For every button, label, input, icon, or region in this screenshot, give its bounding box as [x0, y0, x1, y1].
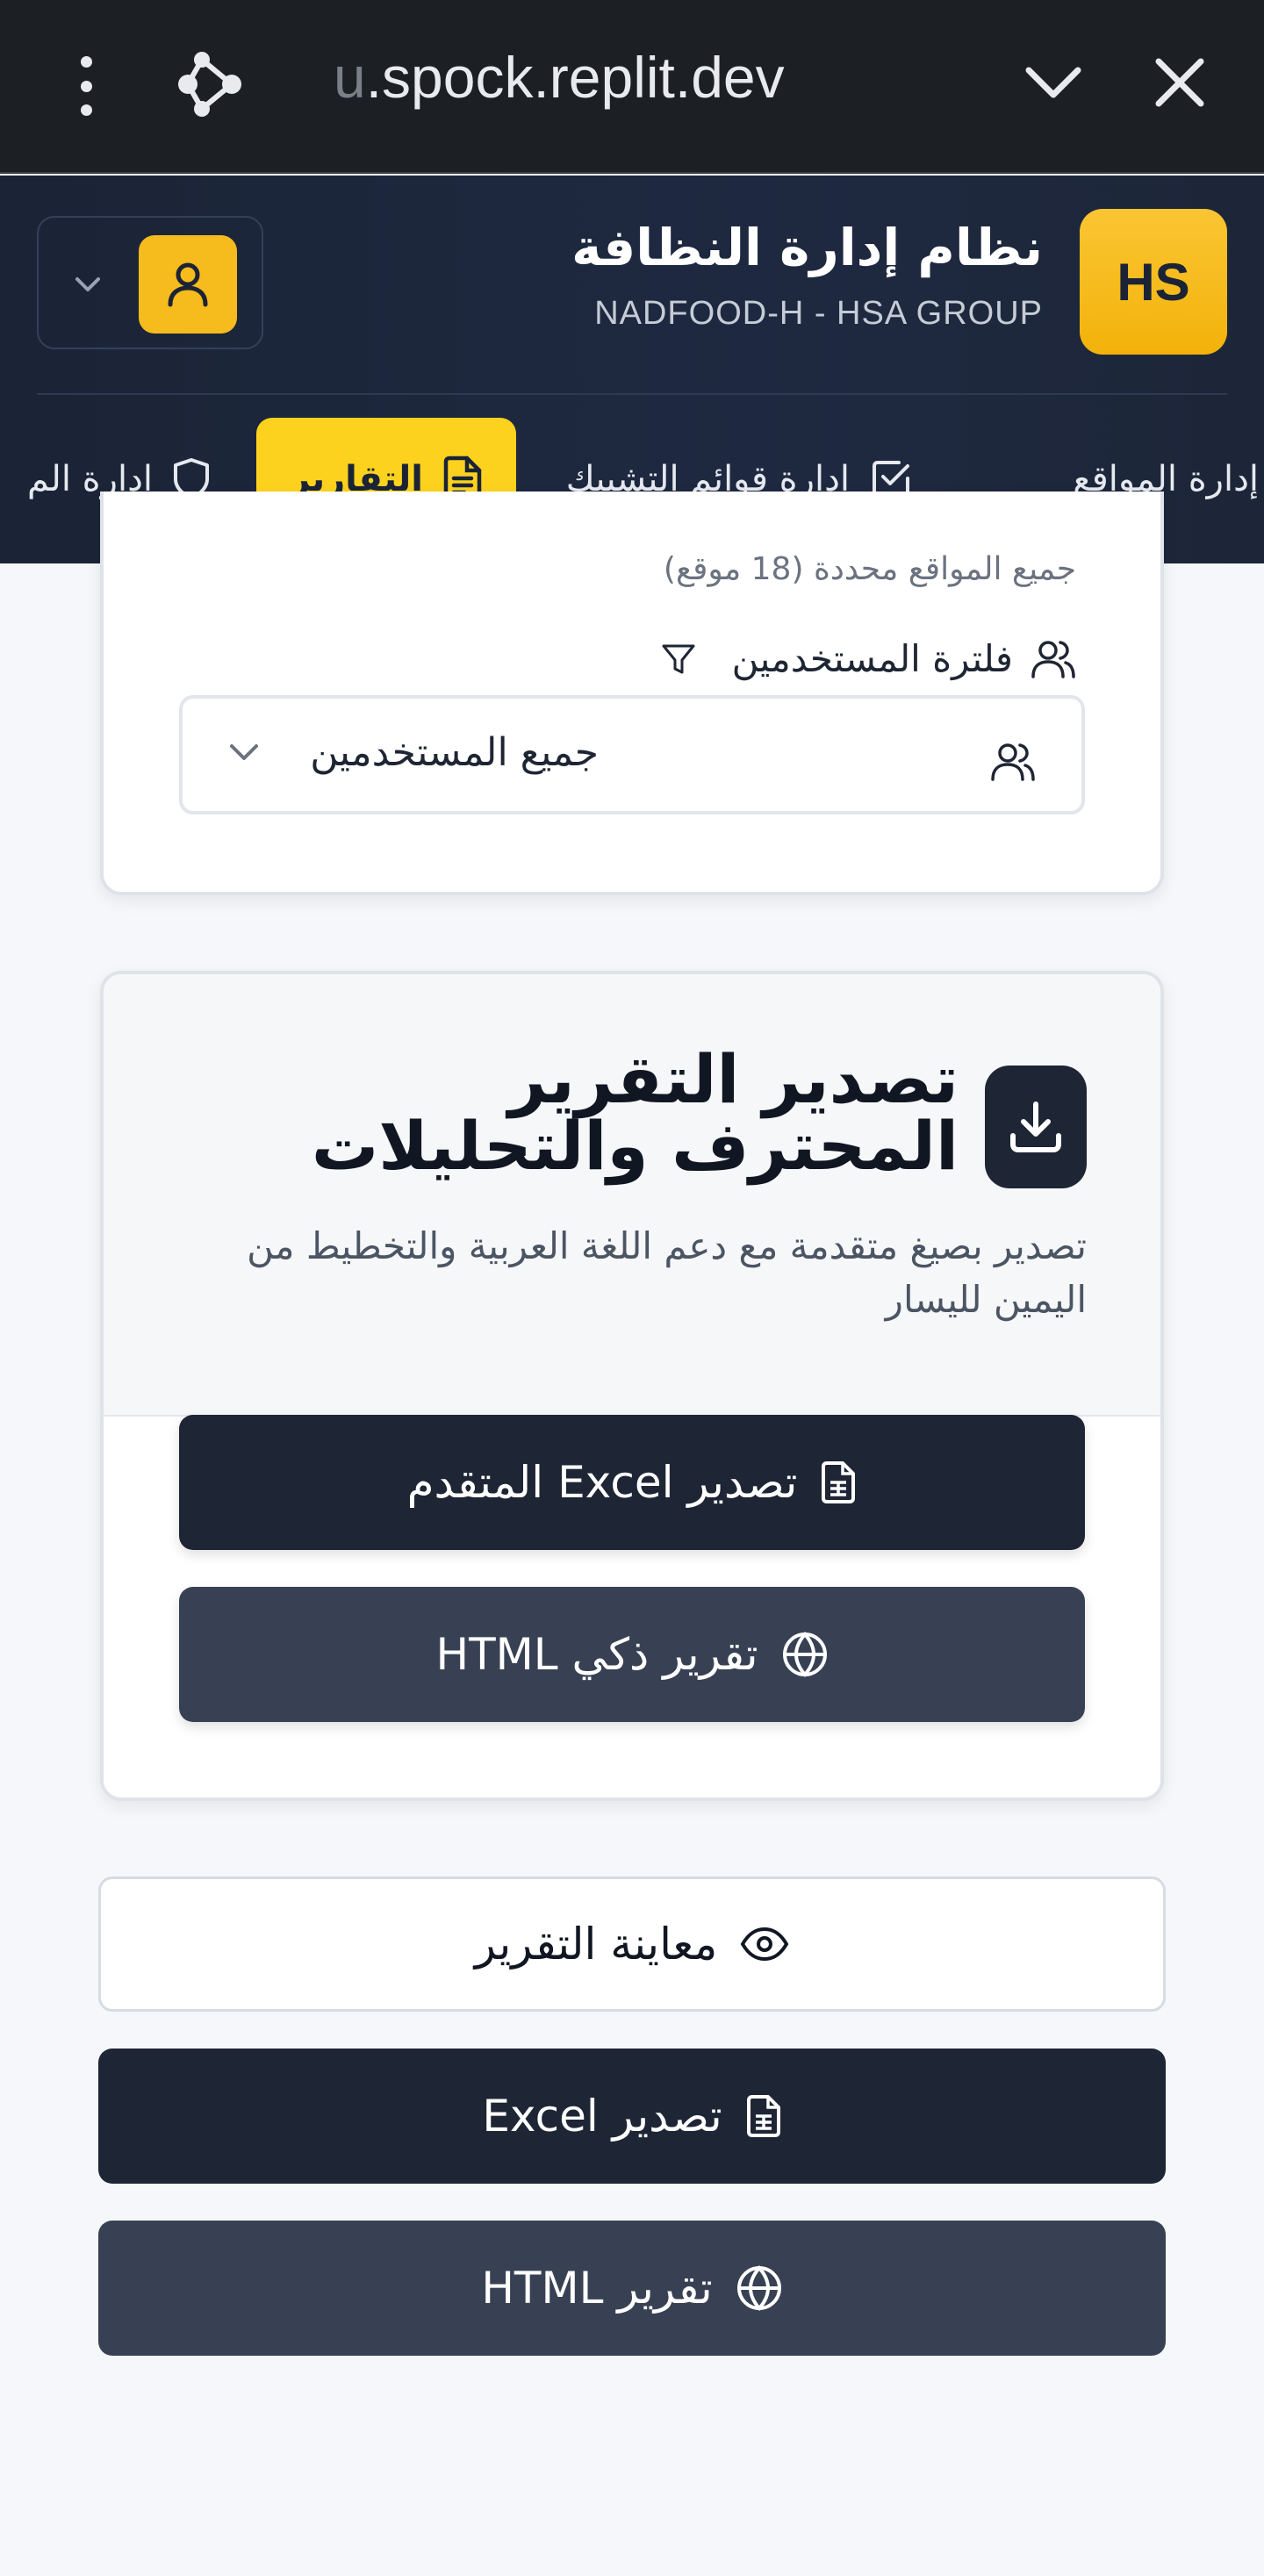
users-select[interactable]: جميع المستخدمين — [179, 695, 1085, 814]
avatar — [139, 235, 237, 334]
export-title: تصدير التقرير المحترف والتحليلات — [311, 1040, 959, 1185]
globe-icon — [782, 1631, 827, 1678]
eye-icon — [740, 1927, 789, 1962]
header-divider — [37, 393, 1227, 395]
user-menu-button[interactable] — [37, 216, 263, 349]
users-filter-label: فلترة المستخدمين — [660, 637, 1076, 680]
html-report-button[interactable]: تقرير HTML — [98, 2221, 1166, 2356]
url-text: .spock.replit.dev — [365, 45, 785, 110]
export-excel-button[interactable]: تصدير Excel — [98, 2049, 1166, 2184]
button-label: تقرير ذكي HTML — [435, 1629, 758, 1680]
users-select-value: جميع المستخدمين — [310, 730, 599, 775]
browser-toolbar: u.spock.replit.dev — [0, 0, 1264, 174]
user-icon — [168, 262, 208, 307]
browser-menu-icon[interactable] — [70, 56, 102, 116]
users-icon — [1031, 640, 1075, 678]
filter-label-text: فلترة المستخدمين — [731, 637, 1013, 680]
chevron-down-icon — [230, 744, 258, 760]
preview-report-button[interactable]: معاينة التقرير — [98, 1876, 1166, 2012]
button-label: تصدير Excel المتقدم — [406, 1457, 798, 1508]
download-icon — [985, 1066, 1087, 1188]
users-icon — [991, 743, 1035, 781]
chevron-down-icon — [75, 277, 100, 291]
filter-icon — [662, 644, 695, 673]
export-excel-advanced-button[interactable]: تصدير Excel المتقدم — [179, 1415, 1085, 1550]
app-logo: HS — [1080, 209, 1227, 355]
globe-icon — [736, 2264, 781, 2312]
file-spreadsheet-icon — [822, 1461, 856, 1503]
url-bar[interactable]: u.spock.replit.dev — [334, 44, 785, 111]
smart-html-report-button[interactable]: تقرير ذكي HTML — [179, 1587, 1085, 1722]
close-icon[interactable] — [1152, 54, 1208, 111]
button-label: تقرير HTML — [481, 2263, 713, 2314]
export-card-header: تصدير التقرير المحترف والتحليلات تصدير ب… — [104, 974, 1160, 1417]
chevron-down-icon[interactable] — [1022, 56, 1085, 109]
app-subtitle: NADFOOD-H - HSA GROUP — [594, 295, 1043, 332]
sites-summary: جميع المواقع محددة (18 موقع) — [663, 551, 1076, 587]
export-subtitle: تصدير بصيغ متقدمة مع دعم اللغة العربية و… — [247, 1224, 1087, 1321]
file-spreadsheet-icon — [746, 2095, 780, 2137]
url-faded: u — [334, 45, 366, 110]
app-title: نظام إدارة النظافة — [571, 218, 1043, 277]
button-label: معاينة التقرير — [474, 1919, 718, 1970]
share-icon[interactable] — [176, 49, 242, 119]
button-label: تصدير Excel — [482, 2091, 722, 2142]
